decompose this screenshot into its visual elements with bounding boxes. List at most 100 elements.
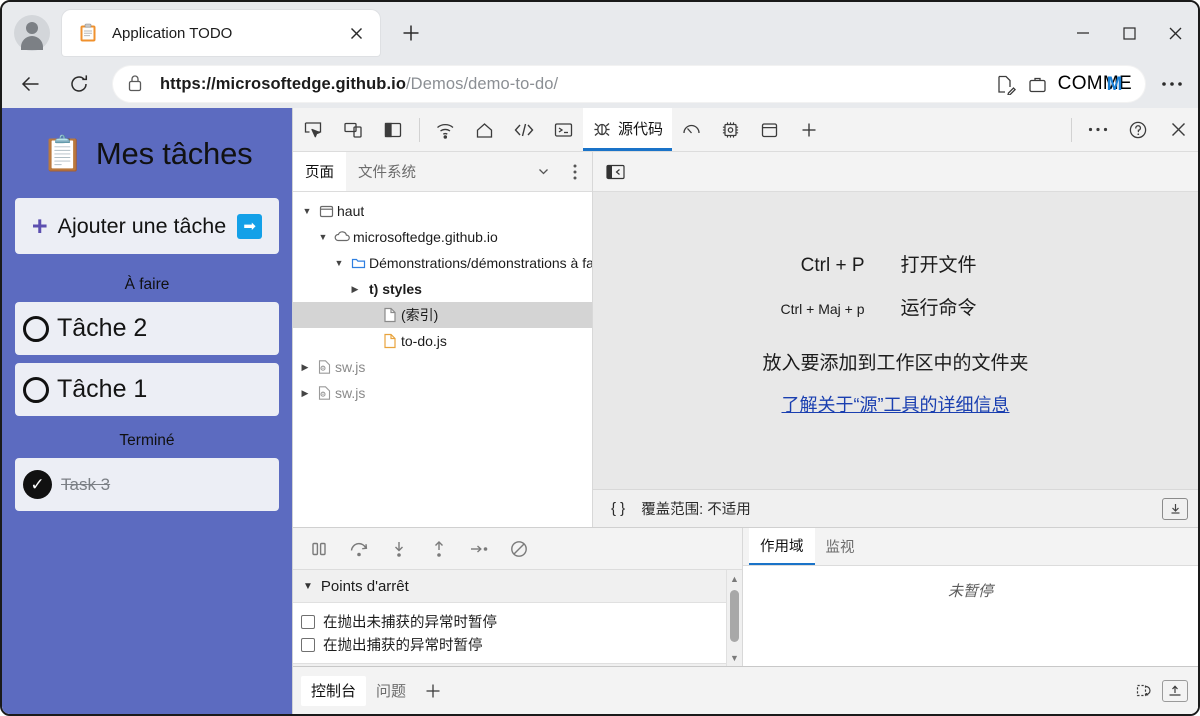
tree-row-sw-js[interactable]: ▶ sw.js — [293, 380, 592, 406]
debugger-pane: ▼ Points d'arrêt 在抛出未捕获的异常时暂停 — [293, 528, 743, 666]
todo-app: 📋 Mes tâches + Ajouter une tâche ➡ À fai… — [2, 108, 293, 714]
tab-scope[interactable]: 作用域 — [749, 528, 815, 565]
twisty-icon[interactable]: ▶ — [347, 284, 363, 295]
window-maximize-button[interactable] — [1106, 11, 1152, 55]
scrollbar-thumb[interactable] — [730, 590, 739, 642]
close-devtools-icon[interactable] — [1158, 109, 1198, 151]
tab-filesystem[interactable]: 文件系统 — [346, 152, 428, 191]
copilot-badge[interactable]: COMME M — [1058, 73, 1132, 95]
tree-label: sw.js — [335, 385, 365, 401]
task-checkbox-icon[interactable] — [23, 316, 49, 342]
window-minimize-button[interactable] — [1060, 11, 1106, 55]
submit-arrow-icon[interactable]: ➡ — [237, 214, 262, 239]
pretty-print-icon[interactable]: { } — [611, 500, 625, 517]
add-drawer-tab-button[interactable] — [416, 682, 450, 700]
step-over-icon[interactable] — [339, 529, 379, 569]
new-tab-button[interactable] — [394, 16, 428, 50]
tree-row-folder[interactable]: ▼ Démonstrations/démonstrations à faire — [293, 250, 592, 276]
chevron-down-icon[interactable] — [528, 164, 558, 179]
navigator-more-icon[interactable] — [558, 163, 592, 181]
list-item[interactable]: ✓ Task 3 — [15, 458, 279, 511]
profile-avatar[interactable] — [14, 15, 50, 51]
workspace-drop-hint: 放入要添加到工作区中的文件夹 — [762, 348, 1028, 375]
collections-icon[interactable] — [1022, 69, 1054, 99]
scroll-down-arrow-icon[interactable]: ▼ — [730, 649, 739, 666]
download-icon[interactable] — [1162, 498, 1188, 520]
device-toolbar-icon[interactable] — [333, 109, 373, 151]
dock-drawer-icon[interactable] — [1162, 680, 1188, 702]
reload-button[interactable] — [60, 65, 98, 103]
read-aloud-icon[interactable] — [990, 69, 1022, 99]
task-label: Task 3 — [61, 475, 110, 495]
cloud-icon — [331, 230, 353, 244]
editor-placeholder: Ctrl + P 打开文件 Ctrl + Maj + p 运行命令 放入要添加到… — [593, 192, 1198, 489]
tree-row-todo-js[interactable]: to-do.js — [293, 328, 592, 354]
browser-tab[interactable]: Application TODO — [62, 10, 380, 56]
breakpoints-header[interactable]: ▼ Points d'arrêt — [293, 570, 726, 603]
navigator-tabs: 页面 文件系统 — [293, 152, 592, 192]
clear-console-icon[interactable] — [1124, 676, 1162, 706]
tab-sources-label: 源代码 — [618, 118, 663, 139]
drawer-right-icons — [1124, 676, 1198, 706]
browser-window: Application TODO — [0, 0, 1200, 716]
scroll-up-arrow-icon[interactable]: ▲ — [730, 570, 739, 587]
tab-elements[interactable] — [504, 108, 544, 151]
address-bar[interactable]: https://microsoftedge.github.io/Demos/de… — [112, 65, 1146, 103]
tab-close-button[interactable] — [342, 19, 370, 47]
step-out-icon[interactable] — [419, 529, 459, 569]
tree-row-host[interactable]: ▼ microsoftedge.github.io — [293, 224, 592, 250]
step-into-icon[interactable] — [379, 529, 419, 569]
add-tab-button[interactable] — [789, 109, 829, 151]
checkbox-icon[interactable] — [301, 638, 315, 652]
tab-sources[interactable]: 源代码 — [583, 108, 672, 151]
tab-memory[interactable] — [711, 108, 750, 151]
scope-tabs: 作用域 监视 — [743, 528, 1198, 566]
twisty-icon[interactable]: ▼ — [299, 206, 315, 216]
tab-watch[interactable]: 监视 — [815, 528, 866, 565]
browser-settings-button[interactable] — [1152, 65, 1192, 103]
tab-network[interactable] — [426, 108, 465, 151]
list-item[interactable]: Tâche 1 — [15, 363, 279, 416]
clipboard-emoji-icon: 📋 — [42, 137, 84, 171]
tab-issues[interactable]: 问题 — [366, 676, 416, 706]
tree-row-index[interactable]: (索引) — [293, 302, 592, 328]
show-navigator-icon[interactable] — [601, 160, 631, 184]
checkbox-icon[interactable] — [301, 615, 315, 629]
tree-row-sw-js[interactable]: ▶ sw.js — [293, 354, 592, 380]
dock-side-icon[interactable] — [373, 109, 413, 151]
editor-toolbar — [593, 152, 1198, 192]
task-label: Tâche 1 — [57, 375, 147, 404]
list-item[interactable]: Tâche 2 — [15, 302, 279, 355]
twisty-icon[interactable]: ▼ — [315, 232, 331, 242]
tab-console-terminal[interactable] — [544, 108, 583, 151]
back-button[interactable] — [12, 65, 50, 103]
breakpoints-scrollbar[interactable]: ▲ ▼ — [726, 570, 742, 666]
inspect-element-icon[interactable] — [293, 109, 333, 151]
pause-caught-exceptions-option[interactable]: 在抛出捕获的异常时暂停 — [293, 633, 726, 656]
tree-row-styles[interactable]: ▶ t) styles — [293, 276, 592, 302]
tab-home[interactable] — [465, 108, 504, 151]
url-text: https://microsoftedge.github.io/Demos/de… — [160, 75, 990, 94]
tab-console[interactable]: 控制台 — [301, 676, 366, 706]
tab-application[interactable] — [750, 108, 789, 151]
tree-label: to-do.js — [401, 333, 447, 349]
deactivate-breakpoints-icon[interactable] — [499, 529, 539, 569]
window-close-button[interactable] — [1152, 11, 1198, 55]
task-checked-icon[interactable]: ✓ — [23, 470, 52, 499]
twisty-icon[interactable]: ▶ — [297, 362, 313, 373]
breakpoints-section: ▼ Points d'arrêt 在抛出未捕获的异常时暂停 — [293, 570, 742, 666]
twisty-icon[interactable]: ▶ — [297, 388, 313, 399]
tab-page[interactable]: 页面 — [293, 152, 346, 191]
more-options-icon[interactable] — [1078, 109, 1118, 151]
tab-performance[interactable] — [672, 108, 711, 151]
pause-resume-icon[interactable] — [299, 529, 339, 569]
task-checkbox-icon[interactable] — [23, 377, 49, 403]
twisty-icon[interactable]: ▼ — [331, 258, 347, 268]
help-icon[interactable] — [1118, 109, 1158, 151]
file-icon — [379, 307, 401, 323]
learn-more-link[interactable]: 了解关于“源”工具的详细信息 — [782, 391, 1010, 417]
pause-uncaught-exceptions-option[interactable]: 在抛出未捕获的异常时暂停 — [293, 610, 726, 633]
tree-row-haut[interactable]: ▼ haut — [293, 198, 592, 224]
add-task-button[interactable]: + Ajouter une tâche ➡ — [15, 198, 279, 254]
step-icon[interactable] — [459, 529, 499, 569]
